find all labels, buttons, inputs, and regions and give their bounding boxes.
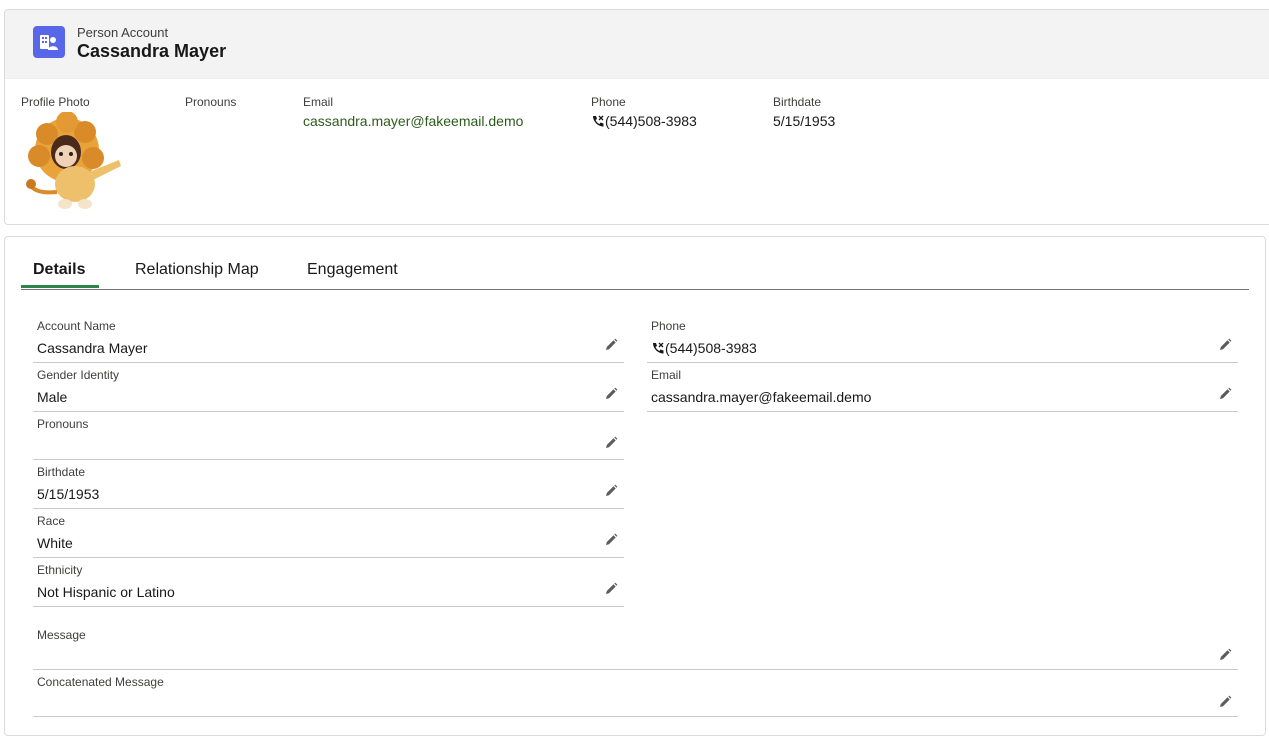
edit-pencil-icon[interactable] (604, 484, 618, 498)
edit-pencil-icon[interactable] (604, 338, 618, 352)
edit-pencil-icon[interactable] (1218, 338, 1232, 352)
tab-bar: Details Relationship Map Engagement (21, 237, 1249, 290)
phone-value[interactable]: (544)508-3983 (591, 113, 697, 129)
field-account-name: Account Name Cassandra Mayer (33, 319, 624, 363)
birthdate-value: 5/15/1953 (773, 113, 836, 129)
person-account-icon (33, 26, 65, 58)
phone-field-label: Phone (651, 319, 686, 333)
race-value: White (37, 535, 73, 551)
edit-pencil-icon[interactable] (1218, 695, 1232, 709)
ethnicity-label: Ethnicity (37, 563, 83, 577)
field-ethnicity: Ethnicity Not Hispanic or Latino (33, 563, 624, 607)
field-gender-identity: Gender Identity Male (33, 368, 624, 412)
edit-pencil-icon[interactable] (1218, 648, 1232, 662)
email-field-link[interactable]: cassandra.mayer@fakeemail.demo (651, 389, 871, 405)
edit-pencil-icon[interactable] (604, 582, 618, 596)
field-message: Message (33, 628, 1238, 670)
birthdate-field-value: 5/15/1953 (37, 486, 100, 502)
active-tab-indicator (21, 285, 99, 288)
phone-icon (593, 115, 604, 127)
field-birthdate: Birthdate 5/15/1953 (33, 465, 624, 509)
gender-identity-label: Gender Identity (37, 368, 120, 382)
highlights-panel: Person Account Cassandra Mayer Profile P… (4, 9, 1269, 225)
concatenated-message-label: Concatenated Message (37, 675, 164, 689)
account-name-value: Cassandra Mayer (37, 340, 148, 356)
record-header: Person Account Cassandra Mayer (5, 10, 1269, 79)
race-label: Race (37, 514, 66, 528)
profile-photo (26, 112, 121, 209)
tab-relationship-map[interactable]: Relationship Map (135, 261, 259, 279)
field-race: Race White (33, 514, 624, 558)
phone-number: (544)508-3983 (605, 113, 697, 129)
phone-icon (653, 342, 664, 354)
record-detail-card: Details Relationship Map Engagement Acco… (4, 236, 1266, 736)
email-field-label: Email (651, 368, 682, 382)
phone-field-number: (544)508-3983 (665, 340, 757, 356)
birthdate-field-label: Birthdate (37, 465, 86, 479)
field-email: Email cassandra.mayer@fakeemail.demo (647, 368, 1238, 412)
email-label: Email (303, 95, 334, 109)
record-title: Cassandra Mayer (77, 41, 227, 61)
gender-identity-value: Male (37, 389, 68, 405)
tab-engagement[interactable]: Engagement (307, 261, 398, 279)
phone-field-value[interactable]: (544)508-3983 (651, 340, 757, 356)
email-link[interactable]: cassandra.mayer@fakeemail.demo (303, 113, 523, 129)
ethnicity-value: Not Hispanic or Latino (37, 584, 175, 600)
message-label: Message (37, 628, 86, 642)
object-type-label: Person Account (77, 25, 169, 40)
edit-pencil-icon[interactable] (604, 387, 618, 401)
edit-pencil-icon[interactable] (604, 533, 618, 547)
account-name-label: Account Name (37, 319, 116, 333)
pronouns-label: Pronouns (185, 95, 237, 109)
field-concatenated-message: Concatenated Message (33, 675, 1238, 717)
edit-pencil-icon[interactable] (1218, 387, 1232, 401)
tab-details[interactable]: Details (33, 261, 85, 279)
phone-label: Phone (591, 95, 626, 109)
profile-photo-label: Profile Photo (21, 95, 90, 109)
field-phone: Phone (544)508-3983 (647, 319, 1238, 363)
edit-pencil-icon[interactable] (604, 436, 618, 450)
field-pronouns: Pronouns (33, 417, 624, 460)
pronouns-field-label: Pronouns (37, 417, 89, 431)
birthdate-label: Birthdate (773, 95, 822, 109)
